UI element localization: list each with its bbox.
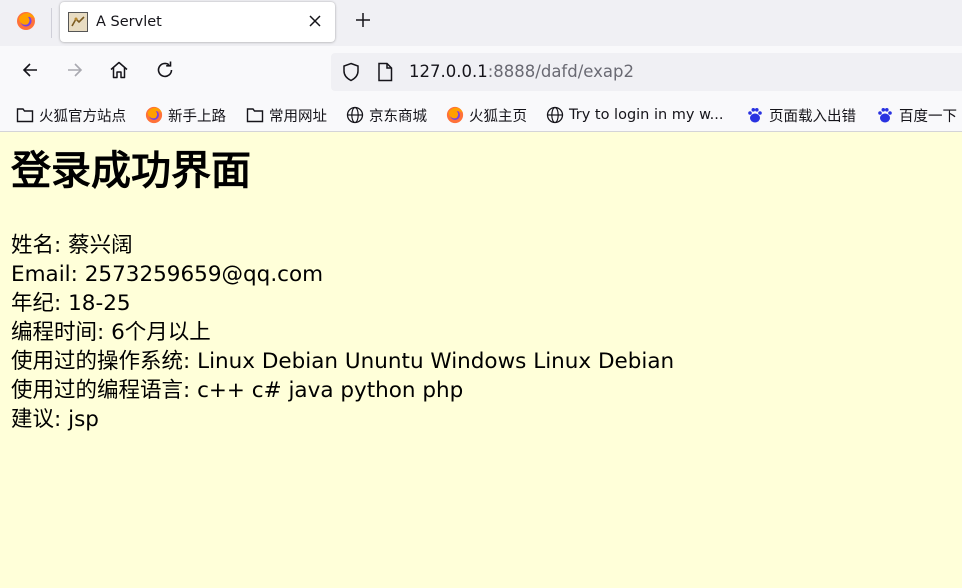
divider	[51, 8, 52, 38]
bookmark-label: 百度一下	[899, 108, 957, 125]
firefox-icon	[145, 106, 163, 124]
tab-title: A Servlet	[96, 14, 162, 30]
forward-button[interactable]	[62, 59, 88, 85]
bookmark-label: 京东商城	[369, 108, 427, 125]
page-content: 登录成功界面 姓名: 蔡兴阔 Email: 2573259659@qq.com …	[0, 133, 962, 588]
reload-icon	[155, 60, 175, 84]
baidu-icon	[876, 106, 894, 124]
close-tab-icon[interactable]	[307, 13, 323, 29]
home-button[interactable]	[106, 59, 132, 85]
bookmark-label: 常用网址	[269, 108, 327, 125]
info-value: 2573259659@qq.com	[84, 262, 324, 287]
info-label: 编程时间	[11, 320, 98, 345]
info-row-suggestion: 建议: jsp	[11, 405, 674, 434]
bookmark-label: 页面载入出错	[769, 108, 856, 125]
new-tab-button[interactable]	[350, 9, 376, 35]
folder-icon	[16, 106, 34, 124]
info-separator: :	[54, 233, 69, 258]
info-separator: :	[183, 378, 198, 403]
info-row-name: 姓名: 蔡兴阔	[11, 231, 674, 260]
bookmark-item[interactable]: 百度一下	[876, 104, 957, 126]
back-button[interactable]	[17, 59, 43, 85]
bookmark-item[interactable]: 火狐主页	[446, 104, 527, 126]
shield-icon[interactable]	[341, 62, 361, 86]
info-value: 蔡兴阔	[68, 233, 133, 258]
bookmark-item[interactable]: 火狐官方站点	[16, 104, 126, 126]
bookmark-label: 新手上路	[168, 108, 226, 125]
info-separator: :	[54, 291, 69, 316]
bookmark-label: Try to login in my w...	[569, 107, 724, 123]
info-row-os: 使用过的操作系统: Linux Debian Ununtu Windows Li…	[11, 347, 674, 376]
bookmark-item[interactable]: 常用网址	[246, 104, 327, 126]
bookmark-item[interactable]: 新手上路	[145, 104, 226, 126]
bookmarks-toolbar: 火狐官方站点 新手上路 常用网址 京东商城 火狐主页 Try to login …	[0, 98, 962, 132]
address-bar[interactable]: 127.0.0.1:8888/dafd/exap2	[331, 53, 962, 91]
info-value: c++ c# java python php	[197, 378, 464, 403]
tab-active[interactable]: A Servlet	[60, 2, 335, 42]
info-label: 使用过的编程语言	[11, 378, 184, 403]
info-label: 建议	[11, 407, 55, 432]
back-arrow-icon	[21, 61, 39, 83]
navigation-toolbar: 127.0.0.1:8888/dafd/exap2	[0, 46, 962, 98]
info-row-email: Email: 2573259659@qq.com	[11, 260, 674, 289]
baidu-icon	[746, 106, 764, 124]
bookmark-label: 火狐官方站点	[39, 108, 126, 125]
folder-icon	[246, 106, 264, 124]
info-value: Linux Debian Ununtu Windows Linux Debian	[197, 349, 675, 374]
info-label: 年纪	[11, 291, 55, 316]
url-text[interactable]: 127.0.0.1:8888/dafd/exap2	[409, 62, 634, 81]
firefox-icon	[446, 106, 464, 124]
tab-strip: A Servlet	[0, 0, 962, 46]
firefox-view-button[interactable]	[0, 0, 52, 46]
info-label: 使用过的操作系统	[11, 349, 184, 374]
info-row-age: 年纪: 18-25	[11, 289, 674, 318]
bookmark-label: 火狐主页	[469, 108, 527, 125]
reload-button[interactable]	[152, 59, 178, 85]
bookmark-item[interactable]: 京东商城	[346, 104, 427, 126]
url-host: 127.0.0.1	[409, 62, 488, 81]
globe-icon	[346, 106, 364, 124]
globe-icon	[546, 106, 564, 124]
info-label: 姓名	[11, 233, 55, 258]
bookmark-item[interactable]: 页面载入出错	[746, 104, 856, 126]
info-value: 6个月以上	[111, 320, 211, 345]
forward-arrow-icon	[66, 61, 84, 83]
info-separator: :	[70, 262, 85, 287]
url-path: :8888/dafd/exap2	[487, 62, 634, 81]
plus-icon	[355, 12, 371, 32]
info-separator: :	[183, 349, 198, 374]
user-info: 姓名: 蔡兴阔 Email: 2573259659@qq.com 年纪: 18-…	[11, 231, 674, 434]
info-label: Email	[11, 262, 71, 287]
info-row-languages: 使用过的编程语言: c++ c# java python php	[11, 376, 674, 405]
page-info-icon[interactable]	[376, 62, 394, 86]
info-separator: :	[54, 407, 69, 432]
info-row-programming-time: 编程时间: 6个月以上	[11, 318, 674, 347]
servlet-favicon-icon	[68, 12, 88, 32]
bookmark-item[interactable]: Try to login in my w...	[546, 104, 723, 126]
info-value: jsp	[68, 407, 99, 432]
page-title: 登录成功界面	[11, 148, 251, 194]
home-icon	[109, 60, 129, 84]
info-value: 18-25	[68, 291, 131, 316]
info-separator: :	[97, 320, 112, 345]
firefox-icon	[16, 11, 36, 35]
